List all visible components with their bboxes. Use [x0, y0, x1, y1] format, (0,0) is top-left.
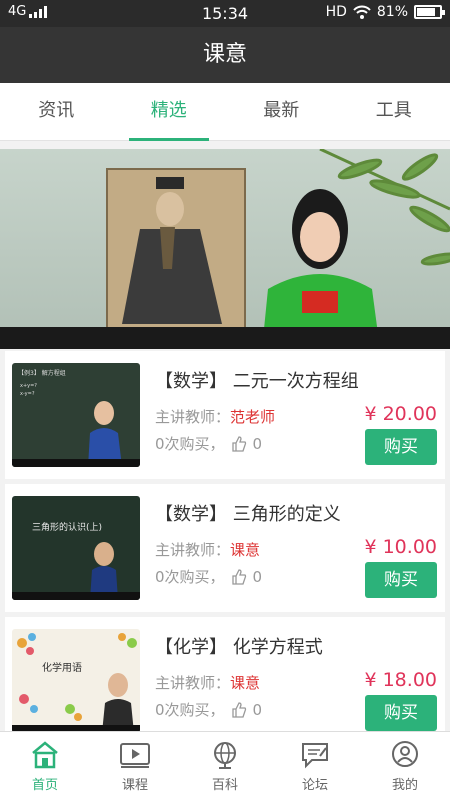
thumbs-up-icon[interactable]	[231, 435, 247, 452]
like-count: 0	[252, 700, 263, 719]
nav-home-label: 首页	[31, 778, 58, 793]
purchase-count: 0次购买，	[155, 568, 225, 586]
user-icon	[392, 741, 418, 767]
globe-icon	[214, 742, 236, 769]
nav-forum-label: 论坛	[301, 778, 328, 793]
nav-forum[interactable]: 论坛	[270, 732, 360, 800]
purchase-count: 0次购买，	[155, 701, 225, 719]
forum-icon	[302, 743, 328, 769]
course-thumbnail[interactable]: 【例3】 解方程组 x+y=? x-y=?	[12, 363, 140, 467]
teacher-info: 主讲教师：课意	[155, 672, 260, 693]
course-price: ¥ 20.00	[364, 403, 437, 425]
like-count: 0	[252, 434, 263, 453]
video-icon	[120, 743, 150, 768]
battery-percent: 81%	[376, 4, 408, 20]
course-card[interactable]: 【例3】 解方程组 x+y=? x-y=? 【数学】 二元一次方程组 主讲教师：…	[5, 351, 445, 479]
svg-text:【例3】 解方程组: 【例3】 解方程组	[18, 369, 66, 377]
teacher-name: 课意	[230, 674, 261, 692]
nav-encyclopedia-label: 百科	[211, 778, 238, 793]
svg-text:x-y=?: x-y=?	[20, 391, 35, 397]
nav-courses-label: 课程	[121, 778, 148, 793]
teacher-label: 主讲教师：	[155, 408, 231, 426]
hd-indicator: HD	[325, 4, 347, 20]
nav-profile-label: 我的	[391, 778, 418, 793]
teacher-info: 主讲教师：范老师	[155, 406, 275, 427]
buy-button[interactable]: 购买	[365, 562, 437, 598]
chalkboard-thumbnail: 三角形的认识(上)	[12, 496, 140, 600]
course-stats: 0次购买， 0	[155, 699, 262, 720]
chalkboard-thumbnail: 【例3】 解方程组 x+y=? x-y=?	[12, 363, 140, 467]
battery-icon	[414, 5, 445, 19]
nav-courses[interactable]: 课程	[90, 732, 180, 800]
teacher-label: 主讲教师：	[155, 674, 231, 692]
thumbs-up-icon[interactable]	[231, 701, 247, 718]
course-title: 【数学】 三角形的定义	[155, 504, 341, 525]
course-title: 【数学】 二元一次方程组	[155, 371, 359, 392]
nav-encyclopedia[interactable]: 百科	[180, 732, 270, 800]
nav-home[interactable]: 首页	[0, 732, 90, 800]
course-thumbnail[interactable]: 化学用语	[12, 629, 140, 733]
purchase-count: 0次购买，	[155, 435, 225, 453]
course-stats: 0次购买， 0	[155, 566, 262, 587]
thumbs-up-icon[interactable]	[231, 568, 247, 585]
thumbnail-caption: 化学用语	[42, 661, 82, 674]
home-icon	[32, 741, 58, 769]
app-title: 课意	[0, 27, 450, 83]
course-price: ¥ 18.00	[364, 669, 437, 691]
tab-tools[interactable]: 工具	[338, 83, 450, 140]
teacher-name: 课意	[230, 541, 261, 559]
tab-latest[interactable]: 最新	[225, 83, 338, 140]
tab-bar: 资讯 精选 最新 工具	[0, 83, 450, 141]
thumbnail-caption: 三角形的认识(上)	[32, 521, 102, 533]
course-card[interactable]: 三角形的认识(上) 【数学】 三角形的定义 主讲教师：课意 0次购买， 0 ¥ …	[5, 484, 445, 612]
course-card[interactable]: 化学用语 【化学】 化学方程式 主讲教师：课意 0次购买， 0 ¥ 18.00 …	[5, 617, 445, 745]
status-bar: 4G 15:34 HD 81%	[0, 0, 450, 27]
featured-banner[interactable]	[0, 149, 450, 349]
course-price: ¥ 10.00	[364, 536, 437, 558]
bottom-nav: 首页 课程 百科 论坛 我的	[0, 731, 450, 800]
nav-profile[interactable]: 我的	[360, 732, 450, 800]
like-count: 0	[252, 567, 263, 586]
buy-button[interactable]: 购买	[365, 695, 437, 731]
course-thumbnail[interactable]: 三角形的认识(上)	[12, 496, 140, 600]
teacher-name: 范老师	[230, 408, 276, 426]
wifi-icon	[353, 5, 371, 19]
teacher-label: 主讲教师：	[155, 541, 231, 559]
banner-image	[0, 149, 450, 349]
tab-news[interactable]: 资讯	[0, 83, 113, 140]
course-title: 【化学】 化学方程式	[155, 637, 323, 658]
teacher-info: 主讲教师：课意	[155, 539, 260, 560]
course-stats: 0次购买， 0	[155, 433, 262, 454]
buy-button[interactable]: 购买	[365, 429, 437, 465]
tab-featured[interactable]: 精选	[113, 83, 226, 141]
chemistry-thumbnail: 化学用语	[12, 629, 140, 733]
svg-text:x+y=?: x+y=?	[20, 383, 37, 389]
